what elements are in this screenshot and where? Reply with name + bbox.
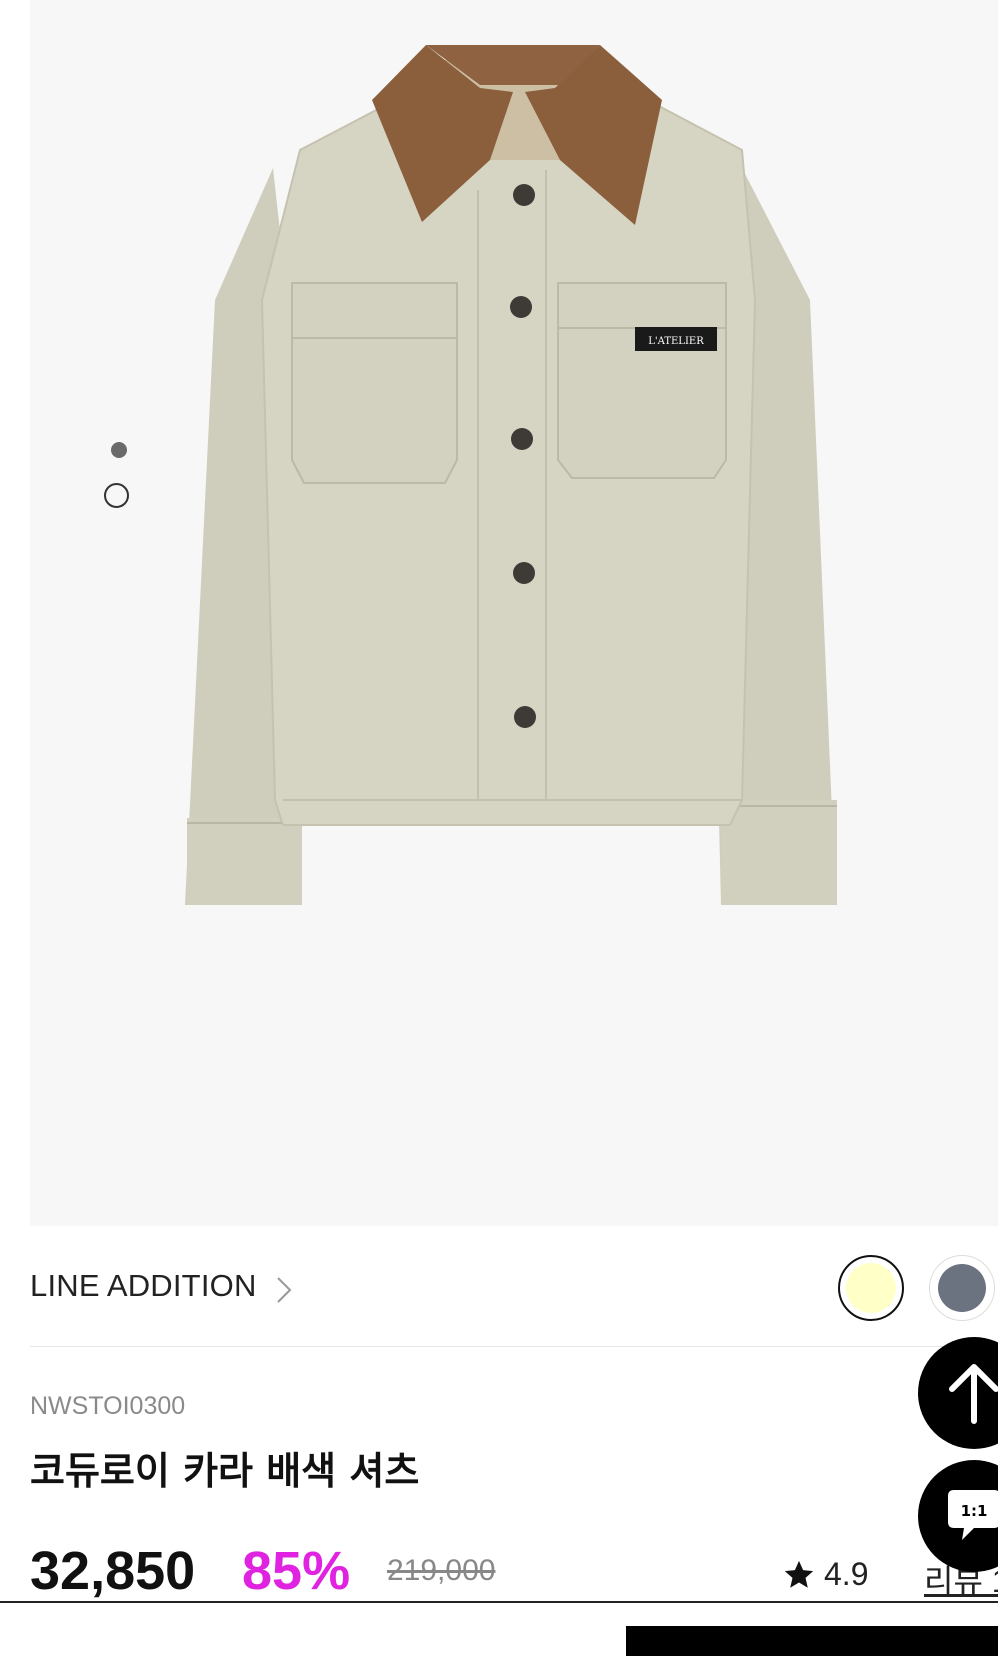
color-swatch-fill xyxy=(938,1264,986,1312)
original-price: 219,000 xyxy=(387,1554,496,1587)
price-row: 32,850 85% 219,000 4.9 리뷰 14 xyxy=(30,1540,998,1610)
product-image-area[interactable]: L'ATELIER xyxy=(30,0,998,1226)
bottom-cta-button[interactable] xyxy=(626,1626,998,1656)
chevron-right-icon xyxy=(277,1277,292,1303)
chat-label: 1:1 xyxy=(961,1502,988,1520)
chat-1to1-button[interactable]: 1:1 xyxy=(918,1460,998,1572)
chat-1to1-icon: 1:1 xyxy=(948,1490,998,1540)
gallery-dot[interactable] xyxy=(104,483,129,508)
discount-rate: 85% xyxy=(242,1541,351,1601)
color-swatch-gray[interactable] xyxy=(929,1255,995,1321)
brand-row: LINE ADDITION xyxy=(30,1226,998,1346)
product-label-text: L'ATELIER xyxy=(648,336,704,347)
section-divider xyxy=(30,1346,998,1347)
product-code: NWSTOI0300 xyxy=(30,1392,186,1420)
product-title: 코듀로이 카라 배색 셔츠 xyxy=(30,1449,420,1493)
product-jacket-image: L'ATELIER xyxy=(185,45,837,905)
rating-score: 4.9 xyxy=(824,1556,869,1592)
sale-price: 32,850 xyxy=(30,1541,196,1601)
color-swatch-fill xyxy=(846,1263,896,1313)
star-icon xyxy=(784,1560,814,1588)
color-swatch-yellow[interactable] xyxy=(838,1255,904,1321)
gallery-dot-active[interactable] xyxy=(111,442,127,458)
scroll-top-button[interactable] xyxy=(918,1337,998,1449)
bottom-bar-border xyxy=(0,1601,998,1603)
arrow-up-icon xyxy=(949,1364,998,1424)
brand-link[interactable]: LINE ADDITION xyxy=(30,1268,257,1304)
